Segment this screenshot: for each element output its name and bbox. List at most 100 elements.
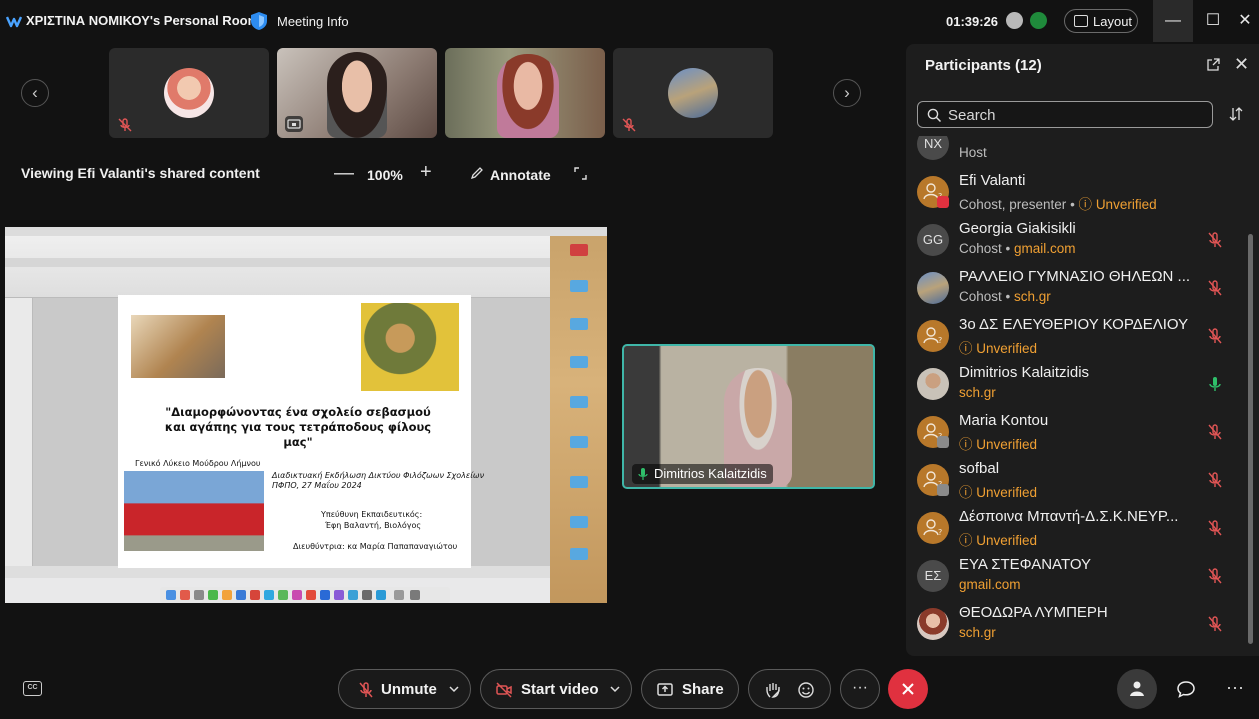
slide-event-line2: ΠΦΠΟ, 27 Μαΐου 2024 (272, 481, 362, 490)
mic-muted-icon[interactable] (1208, 616, 1222, 632)
participant-row[interactable]: ? Maria Kontou ⓘ Unverified (906, 408, 1246, 456)
participant-row[interactable]: ΡΑΛΛΕΙΟ ΓΥΜΝΑΣΙΟ ΘΗΛΕΩΝ ... Cohost • sch… (906, 264, 1246, 312)
people-icon (1130, 681, 1144, 696)
dog-flowers-photo (361, 303, 459, 391)
more-panels-button[interactable]: ··· (1215, 669, 1255, 709)
participant-row[interactable]: ΘΕΟΔΩΡΑ ΛΥΜΠΕΡΗ sch.gr (906, 600, 1246, 648)
participant-name: Maria Kontou (959, 412, 1049, 429)
mic-muted-icon[interactable] (1208, 280, 1222, 296)
participant-thumbnail[interactable] (613, 48, 773, 138)
thumbnails-next-button[interactable]: › (833, 79, 861, 107)
participants-toggle-button[interactable] (1117, 669, 1157, 709)
app-icon (362, 590, 372, 600)
slide-title: "Διαμορφώνοντας ένα σχολείο σεβασμού και… (164, 405, 432, 449)
leave-meeting-button[interactable] (888, 669, 928, 709)
share-button[interactable]: Share (641, 669, 739, 709)
start-video-button[interactable]: Start video (480, 669, 632, 709)
user-unverified-icon: ? (923, 519, 942, 537)
app-icon (180, 590, 190, 600)
expand-icon[interactable] (574, 167, 587, 180)
unverified-icon: ⓘ (959, 341, 977, 356)
chevron-down-icon[interactable] (610, 684, 620, 694)
closed-captions-button[interactable]: CC (23, 681, 42, 696)
participant-details: sch.gr (959, 625, 996, 640)
app-icon (320, 590, 330, 600)
video-off-icon (496, 682, 512, 698)
shared-screen[interactable]: "Διαμορφώνοντας ένα σχολείο σεβασμού και… (5, 227, 607, 603)
participant-row[interactable]: ? 3ο ΔΣ ΕΛΕΥΘΕΡΙΟΥ ΚΟΡΔΕΛΙΟΥ ⓘ Unverifie… (906, 312, 1246, 360)
mic-muted-icon[interactable] (1208, 424, 1222, 440)
participant-details: gmail.com (959, 577, 1021, 592)
close-window-button[interactable]: ✕ (1231, 0, 1259, 42)
zoom-in-button[interactable]: + (420, 161, 432, 184)
participant-row[interactable]: ? sofbal ⓘ Unverified (906, 456, 1246, 504)
pen-icon[interactable] (470, 166, 484, 180)
mic-muted-icon[interactable] (1208, 232, 1222, 248)
reactions-group (748, 669, 831, 709)
annotate-button[interactable]: Annotate (490, 167, 551, 183)
shield-icon[interactable] (250, 11, 268, 31)
participant-thumbnail[interactable] (109, 48, 269, 138)
room-title: ΧΡΙΣΤΙΝΑ ΝΟΜΙΚΟΥ's Personal Room (26, 13, 260, 28)
connection-quality-icon[interactable] (1030, 12, 1047, 29)
participant-row[interactable]: ΕΣ ΕΥΑ ΣΤΕΦΑΝΑΤΟΥ gmail.com (906, 552, 1246, 600)
participant-video-thumbnail[interactable] (277, 48, 437, 138)
raise-hand-icon[interactable] (764, 681, 782, 699)
unmute-button[interactable]: Unmute (338, 669, 471, 709)
search-input[interactable] (948, 105, 1198, 125)
more-options-button[interactable]: ··· (840, 669, 880, 709)
thumbnails-prev-button[interactable]: ‹ (21, 79, 49, 107)
participant-details: Cohost • gmail.com (959, 241, 1076, 256)
app-icon (292, 590, 302, 600)
participants-list: ΝΧ Host ? Efi Valanti Cohost, presenter … (906, 136, 1246, 656)
close-panel-icon[interactable]: ✕ (1234, 54, 1249, 75)
participant-name: ΡΑΛΛΕΙΟ ΓΥΜΝΑΣΙΟ ΘΗΛΕΩΝ ... (959, 268, 1191, 285)
participants-scrollbar[interactable] (1248, 234, 1253, 644)
zoom-out-button[interactable]: — (334, 162, 354, 185)
device-badge-icon (937, 436, 949, 448)
folder-icon (570, 356, 588, 368)
participant-face (497, 54, 559, 138)
participants-panel: Participants (12) ✕ ΝΧ Host ? (906, 44, 1259, 656)
chevron-down-icon[interactable] (449, 684, 459, 694)
participant-search-box[interactable] (917, 101, 1213, 128)
puppy-kitten-photo (131, 315, 225, 378)
active-speaker-video[interactable]: Dimitrios Kalaitzidis (622, 344, 875, 489)
app-icon (264, 590, 274, 600)
participant-row[interactable]: ? Efi Valanti Cohost, presenter • ⓘ Unve… (906, 168, 1246, 216)
avatar (917, 272, 949, 304)
participant-row[interactable]: Dimitrios Kalaitzidis sch.gr (906, 360, 1246, 408)
layout-button[interactable]: Layout (1064, 9, 1138, 33)
active-speaker-name: Dimitrios Kalaitzidis (654, 466, 767, 481)
avatar: GG (917, 224, 949, 256)
sort-icon[interactable] (1228, 106, 1244, 122)
app-icon (208, 590, 218, 600)
mic-muted-icon[interactable] (1208, 520, 1222, 536)
mic-active-icon[interactable] (1208, 376, 1222, 392)
meeting-info-link[interactable]: Meeting Info (277, 14, 349, 29)
mic-muted-icon[interactable] (1208, 328, 1222, 344)
participant-face (327, 52, 387, 138)
slide-school: Γενικό Λύκειο Μούδρου Λήμνου (135, 459, 261, 468)
participant-video-thumbnail[interactable] (445, 48, 605, 138)
participant-row[interactable]: ? Δέσποινα Μπαντή-Δ.Σ.Κ.ΝΕΥΡ... ⓘ Unveri… (906, 504, 1246, 552)
start-video-label: Start video (521, 681, 599, 698)
chat-button[interactable] (1166, 669, 1206, 709)
participant-row[interactable]: GG Georgia Giakisikli Cohost • gmail.com (906, 216, 1246, 264)
network-indicator-icon[interactable] (1006, 12, 1023, 29)
zoom-level[interactable]: 100% (367, 167, 403, 183)
mic-muted-icon[interactable] (1208, 472, 1222, 488)
mic-muted-icon (359, 682, 373, 698)
search-icon (927, 108, 942, 123)
participant-row[interactable]: ΝΧ Host (906, 136, 1246, 168)
pop-out-icon[interactable] (1207, 58, 1220, 71)
ppt-ribbon-tabs (5, 258, 550, 267)
minimize-button[interactable]: — (1153, 0, 1193, 42)
school-building-photo (124, 471, 264, 551)
emoji-reaction-icon[interactable] (797, 681, 815, 699)
avatar: ΝΧ (917, 136, 949, 160)
maximize-button[interactable]: ☐ (1193, 0, 1233, 42)
svg-text:?: ? (938, 528, 942, 537)
mic-muted-icon[interactable] (1208, 568, 1222, 584)
participant-name: 3ο ΔΣ ΕΛΕΥΘΕΡΙΟΥ ΚΟΡΔΕΛΙΟΥ (959, 316, 1189, 333)
